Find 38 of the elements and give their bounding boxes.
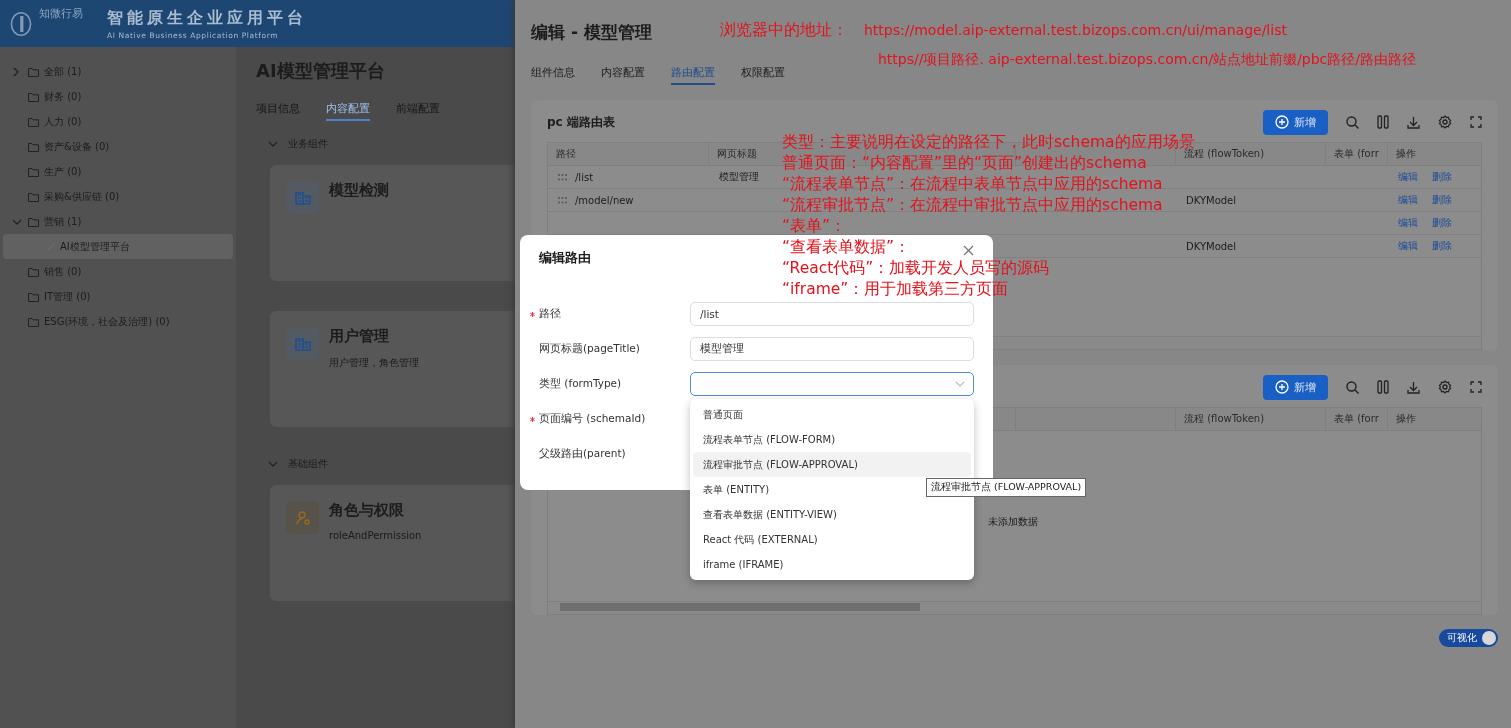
column-header: 路径 [556,147,576,161]
drawer-title: 编辑 - 模型管理 [531,21,652,44]
annotation-text: “流程审批节点”：在流程中审批节点中应用的schema [782,195,1163,216]
table-cell: /list [575,171,594,183]
column-header: 操作 [1396,147,1416,161]
annotation-text: “流程表单节点”：在流程中表单节点中应用的schema [782,174,1163,195]
table-cell: DKYModel [1186,194,1237,206]
field-label: 网页标题(pageTitle) [538,342,641,356]
card-description: roleAndPermission [329,530,422,541]
field-label: 父级路由(parent) [538,447,627,461]
annotation-text: “React代码”：加载开发人员写的源码 [782,258,1050,279]
brand-name: 知微行易 [39,6,84,21]
column-header: 操作 [1396,412,1416,426]
platform-title: 智能原生企业应用平台 [107,7,307,29]
field-label: 页面编号 (schemaId) [530,412,690,426]
empty-message: 未添加数据 [988,515,1038,529]
annotation-text: https//项目路径. aip-external.test.bizops.com.cn/站点地址前缀/pbc路径/路由路径 [878,51,1417,69]
column-header: 网页标题 [717,147,757,161]
column-header: 表单 (forr [1334,147,1379,161]
table-cell: DKYModel [1186,240,1237,252]
field-label: 类型 (formType) [538,377,623,391]
column-header: 流程 (flowToken) [1184,412,1265,426]
tooltip: 流程审批节点 (FLOW-APPROVAL) [926,478,1087,497]
table-cell: 模型管理 [719,170,759,184]
annotation-text: https://model.aip-external.test.bizops.com.cn/ui/manage/list [864,22,1287,38]
table-cell: /model/new [575,194,634,206]
column-header: 表单 (forr [1334,412,1379,426]
card-title: 模型检测 [329,181,389,200]
column-header: 流程 (flowToken) [1184,148,1265,161]
annotation-text: “表单”： [782,216,847,237]
annotation-text: “查看表单数据”： [782,237,911,258]
table-title: pc 端路由表 [547,113,615,131]
field-label: 路径 [530,307,690,321]
annotation-text: 浏览器中的地址： [720,20,848,41]
card-title: 用户管理 [329,327,390,346]
annotation-text: 普通页面：“内容配置”里的“页面”创建出的schema [782,153,1147,174]
card-title: 角色与权限 [329,501,405,520]
dialog-title: 编辑路由 [539,249,591,267]
